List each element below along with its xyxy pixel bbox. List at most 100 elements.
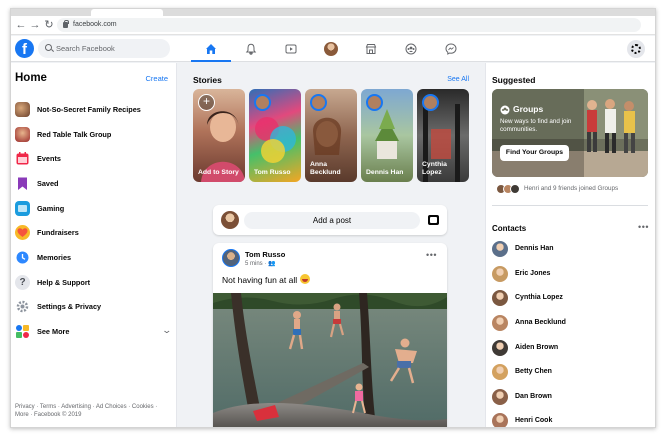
- contact-item[interactable]: Eric Jones: [492, 263, 648, 285]
- story-card-add[interactable]: + Add to Story: [193, 89, 245, 182]
- sidebar-item-label: Gaming: [37, 204, 65, 213]
- nav-groups-tab[interactable]: [391, 36, 431, 62]
- avatar: [492, 389, 508, 405]
- settings-button[interactable]: [627, 40, 645, 58]
- search-input[interactable]: [56, 41, 164, 56]
- sidebar-item-see-more[interactable]: See More ⌄: [15, 322, 173, 342]
- sidebar-item-saved[interactable]: Saved: [15, 174, 171, 194]
- contact-item[interactable]: Betty Chen: [492, 361, 648, 383]
- avatar[interactable]: [221, 211, 239, 229]
- browser-tab[interactable]: [91, 9, 163, 16]
- lock-icon: [63, 20, 69, 28]
- post-text: Not having fun at all: [222, 274, 311, 285]
- calendar-icon: [15, 151, 30, 166]
- avatar: [510, 184, 520, 194]
- nav-watch-tab[interactable]: [271, 36, 311, 62]
- nav-marketplace-tab[interactable]: [351, 36, 391, 62]
- avatar: [492, 340, 508, 356]
- clock-icon: [15, 250, 30, 265]
- post-photo[interactable]: [213, 293, 447, 427]
- footer-links[interactable]: Privacy · Terms · Advertising · Ad Choic…: [15, 403, 170, 419]
- suggested-title: Suggested: [492, 75, 536, 85]
- divider: [492, 205, 648, 206]
- story-card-cynthia-lopez[interactable]: Cynthia Lopez: [417, 89, 469, 182]
- sidebar-item-fundraisers[interactable]: Fundraisers: [15, 223, 171, 243]
- avatar: [492, 364, 508, 380]
- post-author[interactable]: Tom Russo: [245, 250, 285, 259]
- more-options-icon[interactable]: •••: [638, 222, 649, 232]
- sidebar-item-memories[interactable]: Memories: [15, 248, 171, 268]
- search-box[interactable]: [38, 39, 170, 58]
- add-post-button[interactable]: Add a post: [244, 212, 420, 229]
- contact-name: Aiden Brown: [515, 344, 559, 351]
- back-arrow-icon[interactable]: ←: [14, 18, 28, 32]
- contact-item[interactable]: Dennis Han: [492, 238, 648, 260]
- contact-name: Eric Jones: [515, 270, 551, 277]
- bell-icon: [245, 43, 257, 55]
- story-name: Dennis Han: [366, 169, 404, 176]
- bookmark-icon: [15, 176, 30, 191]
- browser-toolbar: ← → ↻ facebook.com: [11, 16, 655, 35]
- nav-messenger-tab[interactable]: [431, 36, 471, 62]
- photo-icon[interactable]: [428, 215, 439, 225]
- news-feed: Stories See All + Add to Story Tom Russo…: [177, 63, 485, 427]
- contact-name: Anna Becklund: [515, 319, 566, 326]
- post-timestamp: 5 mins · 👥: [245, 261, 276, 267]
- question-icon: ?: [15, 275, 30, 290]
- nav-home-tab[interactable]: [191, 36, 231, 62]
- sidebar-item-family-recipes[interactable]: Not-So-Secret Family Recipes: [15, 100, 171, 120]
- left-sidebar: Home Create Not-So-Secret Family Recipes…: [11, 63, 177, 427]
- more-options-icon[interactable]: •••: [426, 250, 437, 260]
- home-title: Home: [15, 72, 47, 84]
- create-link[interactable]: Create: [145, 74, 168, 83]
- sidebar-item-red-table-talk[interactable]: Red Table Talk Group: [15, 125, 171, 145]
- forward-arrow-icon[interactable]: →: [28, 18, 42, 32]
- contact-name: Dan Brown: [515, 393, 552, 400]
- story-name: Cynthia Lopez: [422, 161, 447, 176]
- nav-notifications-tab[interactable]: [231, 36, 271, 62]
- find-your-groups-button[interactable]: Find Your Groups: [500, 145, 569, 161]
- story-avatar: [422, 94, 439, 111]
- contact-name: Henri Cook: [515, 417, 553, 424]
- chevron-down-icon[interactable]: ⌄: [162, 325, 173, 336]
- sidebar-item-label: Help & Support: [37, 278, 91, 287]
- sidebar-item-label: Settings & Privacy: [37, 302, 102, 311]
- contact-item[interactable]: Anna Becklund: [492, 312, 648, 334]
- search-icon: [45, 44, 52, 51]
- avatar: [492, 266, 508, 282]
- reload-icon[interactable]: ↻: [42, 18, 56, 32]
- nav-profile-tab[interactable]: [311, 36, 351, 62]
- story-name: Add to Story: [198, 169, 239, 176]
- address-bar[interactable]: facebook.com: [57, 18, 641, 32]
- avatar: [492, 315, 508, 331]
- story-card-tom-russo[interactable]: Tom Russo: [249, 89, 301, 182]
- post-time: 5 mins: [245, 261, 263, 267]
- contact-item[interactable]: Dan Brown: [492, 386, 648, 408]
- url-text: facebook.com: [73, 21, 117, 28]
- contact-item[interactable]: Henri Cook: [492, 410, 648, 427]
- avatar[interactable]: [222, 249, 240, 267]
- contact-item[interactable]: Cynthia Lopez: [492, 287, 648, 309]
- sidebar-item-label: See More: [37, 327, 70, 336]
- right-sidebar: Suggested Groups New ways to find and jo…: [485, 63, 655, 427]
- facebook-logo[interactable]: f: [15, 39, 34, 58]
- story-card-anna-becklund[interactable]: Anna Becklund: [305, 89, 357, 182]
- joined-text: Henri and 9 friends joined Groups: [524, 185, 619, 192]
- watch-icon: [285, 44, 297, 54]
- groups-icon: [500, 105, 510, 115]
- story-name: Anna Becklund: [310, 161, 341, 176]
- story-card-dennis-han[interactable]: Dennis Han: [361, 89, 413, 182]
- contact-item[interactable]: Aiden Brown: [492, 337, 648, 359]
- gaming-icon: [15, 201, 30, 216]
- sidebar-item-events[interactable]: Events: [15, 149, 171, 169]
- contacts-title: Contacts: [492, 224, 527, 233]
- groups-suggestion-card[interactable]: Groups New ways to find and join communi…: [492, 89, 648, 177]
- sidebar-item-help-support[interactable]: ? Help & Support: [15, 273, 171, 293]
- home-icon: [206, 44, 216, 54]
- contact-name: Cynthia Lopez: [515, 294, 563, 301]
- stories-see-all-link[interactable]: See All: [447, 76, 469, 83]
- sidebar-item-gaming[interactable]: Gaming: [15, 199, 171, 219]
- groups-card-description: New ways to find and join communities.: [500, 118, 572, 133]
- sidebar-item-settings-privacy[interactable]: Settings & Privacy: [15, 297, 171, 317]
- add-story-plus-icon[interactable]: +: [198, 94, 215, 111]
